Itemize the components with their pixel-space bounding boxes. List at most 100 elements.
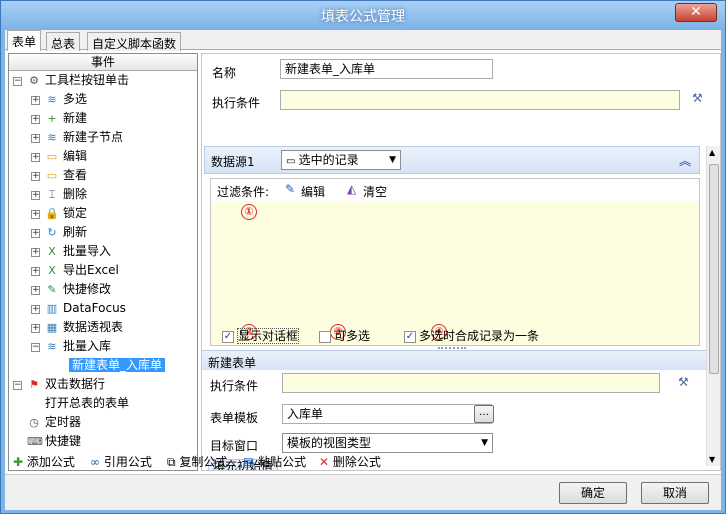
tree-node[interactable]: + 新建	[45, 109, 87, 128]
tree-node[interactable]: ◷ 定时器	[27, 413, 81, 432]
close-button[interactable]: ✕	[675, 3, 717, 22]
add-formula-button[interactable]: ✚ 添加公式	[13, 453, 75, 470]
expand-toggle-icon[interactable]: +	[31, 267, 40, 276]
tree-node-label: 快捷键	[45, 434, 82, 448]
tree-node-label: 打开总表的表单	[45, 396, 130, 410]
tree-node[interactable]: 新建表单_入库单	[69, 356, 166, 375]
show-dialog-label: 显示对话框	[237, 328, 300, 344]
tree-node[interactable]: 🔒 锁定	[45, 204, 87, 223]
tree-node[interactable]: ≋ 多选	[45, 90, 87, 109]
tab-custom-script[interactable]: 自定义脚本函数	[87, 32, 182, 51]
dialog-footer: 确定 取消	[5, 474, 721, 510]
formula-toolbar: ✚ 添加公式 ∞ 引用公式 ⧉ 复制公式 ▤ 粘贴公式 ✕ 删除公式	[5, 450, 721, 472]
cancel-button[interactable]: 取消	[641, 482, 709, 504]
paste-formula-button[interactable]: ▤ 粘贴公式	[243, 453, 306, 470]
expand-toggle-icon[interactable]: +	[31, 153, 40, 162]
expand-toggle-icon[interactable]: +	[31, 229, 40, 238]
title-bar[interactable]: 填表公式管理 ✕	[1, 1, 725, 30]
reference-formula-button[interactable]: ∞ 引用公式	[90, 453, 152, 470]
dialog-window: 填表公式管理 ✕ 表单 总表 自定义脚本函数 事件 − ⚙ 工具栏按钮单击 + ≋ 多选 +…	[0, 0, 726, 514]
tree-node[interactable]: ⚙ 工具栏按钮单击	[27, 71, 129, 90]
lock-icon: 🔒	[45, 206, 59, 220]
magic-wand-icon-2[interactable]: ⚒	[678, 375, 689, 389]
tree-node-label: DataFocus	[63, 301, 126, 315]
expand-toggle-icon[interactable]: +	[31, 324, 40, 333]
tree-node[interactable]: ⌨ 快捷键	[27, 432, 81, 451]
collapse-icon[interactable]: ︽	[679, 152, 691, 169]
scroll-thumb[interactable]	[709, 164, 719, 374]
excel-icon: X	[48, 244, 56, 258]
tree-node[interactable]: ▥ DataFocus	[45, 299, 126, 318]
tree-node-label: 快捷修改	[63, 282, 112, 296]
gear-icon: ⚙	[29, 73, 39, 87]
collapse-toggle-icon[interactable]: −	[31, 343, 40, 352]
tree-node[interactable]: ▦ 数据透视表	[45, 318, 123, 337]
chevron-down-icon: ▼	[389, 155, 396, 165]
collapse-toggle-icon[interactable]: −	[13, 77, 22, 86]
merge-records-checkbox[interactable]: ✓ 多选时合成记录为一条	[404, 327, 539, 344]
filter-area[interactable]: 过滤条件: ✎ 编辑 ◭ 清空 ① ② ③ ④	[210, 178, 700, 346]
name-label: 名称	[212, 66, 237, 80]
expand-toggle-icon[interactable]: +	[31, 191, 40, 200]
sub-condition-field[interactable]	[282, 373, 660, 393]
condition-field[interactable]	[280, 90, 680, 110]
eraser-icon: ◭	[347, 182, 357, 196]
event-tree-header: 事件	[9, 54, 197, 71]
splitter-grip[interactable]	[438, 347, 466, 349]
tree-node[interactable]: X 批量导入	[45, 242, 111, 261]
tree-node[interactable]: 打开总表的表单	[45, 394, 129, 413]
magic-wand-icon[interactable]: ⚒	[692, 91, 703, 105]
tree-node-label: 多选	[63, 92, 88, 106]
stack-icon: ≋	[47, 92, 57, 106]
event-tree-panel: 事件 − ⚙ 工具栏按钮单击 + ≋ 多选 + + 新建 + ≋ 新建子节点 + ▭ 编辑 + ▭ 查看 + ⌶ 删除 +…	[8, 53, 198, 471]
expand-toggle-icon[interactable]: +	[31, 286, 40, 295]
merge-records-check-icon: ✓	[404, 330, 416, 343]
timer-icon: ◷	[29, 415, 39, 429]
filter-header: 过滤条件: ✎ 编辑 ◭ 清空	[211, 179, 699, 201]
expand-toggle-icon[interactable]: +	[31, 248, 40, 257]
tree-node-label: 工具栏按钮单击	[45, 73, 130, 87]
tab-summary[interactable]: 总表	[46, 32, 81, 51]
tree-node[interactable]: ≋ 批量入库	[45, 337, 111, 356]
expand-toggle-icon[interactable]: +	[31, 96, 40, 105]
tree-node[interactable]: ⌶ 删除	[45, 185, 87, 204]
multi-select-checkbox[interactable]: 可多选	[319, 327, 370, 344]
grid-icon: ▦	[46, 320, 58, 334]
vertical-scrollbar[interactable]: ▲ ▼	[706, 146, 720, 466]
delete-formula-button[interactable]: ✕ 删除公式	[319, 453, 381, 470]
tree-node[interactable]: ✎ 快捷修改	[45, 280, 111, 299]
expand-toggle-icon[interactable]: +	[31, 134, 40, 143]
delete-formula-label: 删除公式	[332, 455, 381, 469]
tree-node[interactable]: X 导出Excel	[45, 261, 119, 280]
show-dialog-check-icon: ✓	[222, 330, 234, 343]
expand-toggle-icon[interactable]: +	[31, 115, 40, 124]
copy-formula-button[interactable]: ⧉ 复制公式	[167, 453, 227, 470]
stack-icon: ≋	[47, 130, 57, 144]
show-dialog-checkbox[interactable]: ✓ 显示对话框	[222, 327, 300, 344]
tree-node[interactable]: ▭ 查看	[45, 166, 87, 185]
filter-edit-button[interactable]: 编辑	[301, 183, 325, 200]
folder-icon: ▭	[46, 168, 58, 182]
datasource-select[interactable]: ▭ 选中的记录 ▼	[281, 150, 401, 170]
excel-icon: X	[48, 263, 56, 277]
multi-select-check-icon	[319, 330, 331, 343]
tree-node[interactable]: ≋ 新建子节点	[45, 128, 123, 147]
tab-strip: 表单 总表 自定义脚本函数	[5, 30, 721, 51]
template-field[interactable]: 入库单	[282, 404, 492, 424]
tree-node-label: 新建子节点	[63, 130, 124, 144]
tree-node[interactable]: ↻ 刷新	[45, 223, 87, 242]
template-browse-button[interactable]: …	[474, 405, 494, 423]
filter-clear-button[interactable]: 清空	[363, 183, 387, 200]
expand-toggle-icon[interactable]: +	[31, 172, 40, 181]
datasource-label: 数据源1	[211, 155, 255, 169]
collapse-toggle-icon[interactable]: −	[13, 381, 22, 390]
expand-toggle-icon[interactable]: +	[31, 305, 40, 314]
tree-node[interactable]: ⚑ 双击数据行	[27, 375, 105, 394]
tab-form[interactable]: 表单	[7, 30, 42, 51]
expand-toggle-icon[interactable]: +	[31, 210, 40, 219]
name-field[interactable]: 新建表单_入库单	[280, 59, 493, 79]
window-icon: ▭	[286, 156, 299, 167]
ok-button[interactable]: 确定	[559, 482, 627, 504]
scroll-up-icon[interactable]: ▲	[709, 148, 715, 157]
tree-node[interactable]: ▭ 编辑	[45, 147, 87, 166]
